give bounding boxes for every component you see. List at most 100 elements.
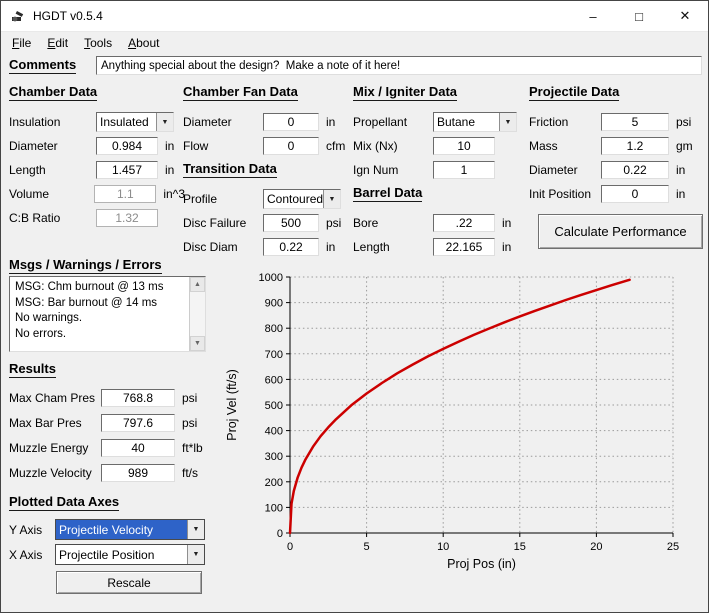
svg-text:300: 300 (265, 451, 283, 463)
field-label: Friction (529, 115, 601, 129)
plotted-axes-section: Y Axis Projectile Velocity ▼ X Axis Proj… (9, 517, 219, 567)
rescale-button[interactable]: Rescale (56, 571, 202, 594)
close-icon[interactable]: ✕ (662, 1, 708, 31)
selected-value: Butane (434, 113, 499, 131)
field-label: Propellant (353, 115, 433, 129)
menu-tools[interactable]: Tools (76, 34, 120, 53)
chevron-down-icon[interactable]: ▼ (323, 190, 340, 208)
svg-text:25: 25 (667, 541, 679, 553)
section-title: Chamber Fan Data (183, 84, 298, 101)
maximize-icon[interactable]: □ (616, 1, 662, 31)
hgdt-window: HGDT v0.5.4 – □ ✕ File Edit Tools About … (0, 0, 709, 613)
unit-label: psi (182, 416, 197, 430)
field-label: Mix (Nx) (353, 139, 433, 153)
menu-about[interactable]: About (120, 34, 167, 53)
chamber-data-section: Chamber Data Insulation Insulated ▼ Diam… (9, 84, 185, 230)
chevron-down-icon[interactable]: ▼ (187, 520, 204, 539)
scroll-down-icon[interactable]: ▼ (190, 336, 205, 351)
results-title: Results (9, 361, 56, 378)
plotted-axes-title: Plotted Data Axes (9, 494, 119, 511)
fan-flow-input[interactable] (263, 137, 319, 155)
message-line: MSG: Chm burnout @ 13 ms (15, 280, 184, 296)
chevron-down-icon[interactable]: ▼ (187, 545, 204, 564)
svg-text:600: 600 (265, 374, 283, 386)
field-label: Init Position (529, 187, 601, 201)
messages-scrollbar[interactable]: ▲ ▼ (189, 277, 205, 351)
svg-text:0: 0 (287, 541, 293, 553)
chevron-down-icon[interactable]: ▼ (499, 113, 516, 131)
insulation-select[interactable]: Insulated ▼ (96, 112, 174, 132)
section-title: Transition Data (183, 161, 277, 178)
field-label: Length (353, 240, 433, 254)
unit-label: psi (182, 391, 197, 405)
propellant-select[interactable]: Butane ▼ (433, 112, 517, 132)
chevron-down-icon[interactable]: ▼ (156, 113, 173, 131)
field-label: Length (9, 163, 96, 177)
field-label: X Axis (9, 548, 55, 562)
app-icon (10, 8, 26, 24)
max-cham-pres-output (101, 389, 175, 407)
cb-ratio-output (96, 209, 158, 227)
unit-label: psi (676, 115, 691, 129)
projectile-diameter-input[interactable] (601, 161, 669, 179)
unit-label: in (502, 216, 511, 230)
menu-edit[interactable]: Edit (39, 34, 76, 53)
mass-input[interactable] (601, 137, 669, 155)
unit-label: in (326, 115, 335, 129)
comments-label: Comments (9, 57, 76, 74)
field-label: Ign Num (353, 163, 433, 177)
menu-file[interactable]: File (4, 34, 39, 53)
disc-diam-input[interactable] (263, 238, 319, 256)
ign-num-input[interactable] (433, 161, 495, 179)
chamber-diameter-input[interactable] (96, 137, 158, 155)
bore-input[interactable] (433, 214, 495, 232)
titlebar: HGDT v0.5.4 – □ ✕ (1, 1, 708, 32)
svg-text:15: 15 (514, 541, 526, 553)
minimize-icon[interactable]: – (570, 1, 616, 31)
messages-box[interactable]: MSG: Chm burnout @ 13 ms MSG: Bar burnou… (9, 276, 206, 352)
unit-label: ft/s (182, 466, 198, 480)
window-title: HGDT v0.5.4 (33, 9, 103, 23)
unit-label: in (676, 163, 685, 177)
section-title: Mix / Igniter Data (353, 84, 457, 101)
chamber-length-input[interactable] (96, 161, 158, 179)
svg-text:5: 5 (364, 541, 370, 553)
performance-chart: 0100200300400500600700800900100005101520… (223, 263, 705, 598)
muzzle-velocity-output (101, 464, 175, 482)
field-label: Diameter (183, 115, 263, 129)
field-label: Profile (183, 192, 263, 206)
svg-text:0: 0 (277, 528, 283, 540)
field-label: Y Axis (9, 523, 55, 537)
window-controls: – □ ✕ (570, 1, 708, 31)
unit-label: gm (676, 139, 693, 153)
message-line: No warnings. (15, 311, 184, 327)
mix-nx-input[interactable] (433, 137, 495, 155)
field-label: C:B Ratio (9, 211, 96, 225)
scroll-up-icon[interactable]: ▲ (190, 277, 205, 292)
friction-input[interactable] (601, 113, 669, 131)
barrel-length-input[interactable] (433, 238, 495, 256)
menubar: File Edit Tools About (1, 32, 708, 54)
selected-value: Projectile Velocity (56, 520, 187, 539)
init-position-input[interactable] (601, 185, 669, 203)
svg-text:900: 900 (265, 298, 283, 310)
svg-text:700: 700 (265, 349, 283, 361)
fan-transition-section: Chamber Fan Data Diameter in Flow cfm Tr… (183, 84, 355, 259)
y-axis-select[interactable]: Projectile Velocity ▼ (55, 519, 205, 540)
x-axis-select[interactable]: Projectile Position ▼ (55, 544, 205, 565)
calculate-performance-button[interactable]: Calculate Performance (538, 214, 703, 249)
max-bar-pres-output (101, 414, 175, 432)
disc-failure-input[interactable] (263, 214, 319, 232)
projectile-data-section: Projectile Data Friction psi Mass gm Dia… (529, 84, 707, 249)
field-label: Mass (529, 139, 601, 153)
selected-value: Contoured (264, 190, 323, 208)
svg-text:20: 20 (590, 541, 602, 553)
fan-diameter-input[interactable] (263, 113, 319, 131)
section-title: Projectile Data (529, 84, 619, 101)
messages-list: MSG: Chm burnout @ 13 ms MSG: Bar burnou… (10, 277, 189, 351)
profile-select[interactable]: Contoured ▼ (263, 189, 341, 209)
field-label: Disc Diam (183, 240, 263, 254)
field-label: Diameter (9, 139, 96, 153)
unit-label: cfm (326, 139, 345, 153)
comments-input[interactable] (96, 56, 702, 75)
